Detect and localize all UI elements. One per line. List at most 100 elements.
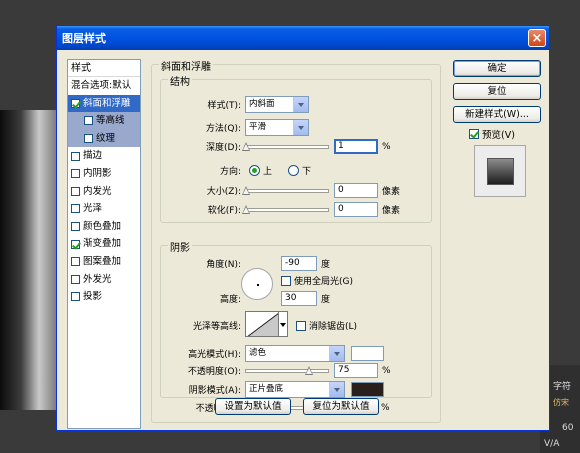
soften-slider-thumb[interactable] (242, 205, 250, 214)
sidebar-item-gradient-overlay[interactable]: 渐变叠加 (68, 235, 140, 253)
sidebar-item-label: 斜面和浮雕 (83, 97, 131, 109)
direction-down-radio[interactable] (288, 165, 300, 176)
preview-toggle[interactable]: 预览(V) (469, 127, 515, 141)
size-input-value: 0 (338, 185, 344, 195)
depth-slider-thumb[interactable] (242, 142, 250, 151)
gloss-contour-picker[interactable] (245, 311, 279, 337)
bevel-emboss-group: 斜面和浮雕 结构 样式(T): 内斜面 方法(Q): 平滑 深度(D): 1 %… (151, 58, 441, 423)
make-default-label: 设置为默认值 (224, 401, 282, 412)
make-default-button[interactable]: 设置为默认值 (215, 398, 291, 415)
contour-checkbox[interactable] (84, 116, 93, 126)
style-select[interactable]: 内斜面 (245, 96, 309, 113)
highlight-opacity-thumb[interactable] (305, 366, 313, 375)
highlight-opacity-input[interactable]: 75 (334, 363, 378, 378)
sidebar-item-contour[interactable]: 等高线 (68, 112, 140, 130)
sidebar-item-pattern-overlay[interactable]: 图案叠加 (68, 253, 140, 271)
size-slider[interactable] (242, 186, 329, 195)
altitude-input-value: 30 (285, 293, 297, 303)
altitude-label: 高度: (219, 295, 241, 305)
new-style-button[interactable]: 新建样式(W)... (453, 106, 541, 123)
styles-header[interactable]: 样式 (68, 60, 140, 77)
preview-checkbox[interactable] (469, 129, 479, 139)
highlight-color-swatch[interactable] (351, 346, 384, 361)
direction-up-radio[interactable] (249, 165, 260, 176)
angle-dial[interactable] (241, 268, 273, 300)
close-icon: × (531, 30, 543, 46)
soften-input[interactable]: 0 (334, 202, 378, 217)
sidebar-item-color-overlay[interactable]: 颜色叠加 (68, 218, 140, 236)
sidebar-item-label: 描边 (83, 150, 103, 162)
inner-shadow-checkbox[interactable] (71, 169, 80, 179)
highlight-mode-select[interactable]: 滤色 (245, 345, 345, 362)
altitude-input[interactable]: 30 (281, 291, 317, 306)
close-button[interactable]: × (528, 29, 546, 47)
gradient-overlay-checkbox[interactable] (71, 239, 80, 249)
antialias-checkbox[interactable] (296, 320, 306, 331)
dialog-title: 图层样式 (62, 32, 106, 45)
pattern-overlay-checkbox[interactable] (71, 257, 80, 267)
soften-slider[interactable] (242, 205, 329, 214)
angle-label: 角度(N): (206, 260, 241, 270)
style-preview-swatch (474, 145, 526, 197)
altitude-unit: 度 (321, 295, 331, 305)
depth-unit: % (382, 141, 391, 152)
depth-slider[interactable] (242, 142, 329, 151)
styles-list: 样式 混合选项:默认 斜面和浮雕 等高线 纹理 描边 内阴影 内发光 光泽 颜色… (67, 59, 141, 429)
chevron-down-icon (293, 97, 308, 112)
panel-font-label: 仿宋 (553, 398, 569, 407)
preview-thumbnail (487, 158, 514, 185)
ok-button[interactable]: 确定 (453, 60, 541, 77)
panel-tab-label[interactable]: 字符 (553, 379, 571, 392)
sidebar-item-satin[interactable]: 光泽 (68, 200, 140, 218)
sidebar-item-blending[interactable]: 混合选项:默认 (68, 77, 140, 95)
shadow-mode-select[interactable]: 正片叠底 (245, 381, 345, 398)
size-slider-thumb[interactable] (242, 186, 250, 195)
canvas-image-strip (0, 110, 60, 410)
antialias-label: 消除锯齿(L) (309, 322, 358, 332)
sidebar-item-stroke[interactable]: 描边 (68, 147, 140, 165)
depth-input-value: 1 (338, 141, 344, 151)
size-input[interactable]: 0 (334, 183, 378, 198)
angle-input-value: -90 (285, 258, 300, 268)
chevron-down-icon (329, 382, 344, 397)
sidebar-item-texture[interactable]: 纹理 (68, 129, 140, 148)
stroke-checkbox[interactable] (71, 151, 80, 161)
sidebar-item-inner-shadow[interactable]: 内阴影 (68, 165, 140, 183)
sidebar-item-bevel[interactable]: 斜面和浮雕 (68, 94, 140, 113)
color-overlay-checkbox[interactable] (71, 222, 80, 232)
technique-select[interactable]: 平滑 (245, 119, 309, 136)
reset-button[interactable]: 复位 (453, 83, 541, 100)
ok-label: 确定 (487, 63, 507, 74)
highlight-opacity-slider[interactable] (245, 366, 329, 375)
sidebar-item-label: 纹理 (96, 132, 116, 144)
texture-checkbox[interactable] (84, 134, 93, 144)
dialog-titlebar[interactable]: 图层样式 (57, 26, 549, 50)
bevel-checkbox[interactable] (71, 98, 80, 108)
structure-title: 结构 (168, 73, 192, 88)
direction-up-label: 上 (263, 167, 273, 177)
drop-shadow-checkbox[interactable] (71, 292, 80, 302)
highlight-mode-value: 滤色 (249, 348, 267, 358)
sidebar-item-label: 混合选项:默认 (71, 80, 132, 91)
outer-glow-checkbox[interactable] (71, 274, 80, 284)
soften-unit: 像素 (382, 206, 401, 216)
contour-dropdown-button[interactable] (279, 311, 288, 337)
sidebar-item-drop-shadow[interactable]: 投影 (68, 288, 140, 306)
sidebar-item-label: 图案叠加 (83, 255, 122, 267)
global-light-checkbox[interactable] (281, 275, 291, 286)
satin-checkbox[interactable] (71, 204, 80, 214)
angle-dial-center (257, 284, 259, 286)
sidebar-item-outer-glow[interactable]: 外发光 (68, 271, 140, 289)
angle-unit: 度 (321, 260, 331, 270)
reset-default-button[interactable]: 复位为默认值 (303, 398, 379, 415)
angle-input[interactable]: -90 (281, 256, 317, 271)
sidebar-item-inner-glow[interactable]: 内发光 (68, 183, 140, 201)
shadow-color-swatch[interactable] (351, 382, 384, 397)
new-style-label: 新建样式(W)... (465, 109, 529, 120)
sidebar-item-label: 颜色叠加 (83, 220, 122, 232)
depth-input[interactable]: 1 (334, 139, 378, 154)
bevel-section-title: 斜面和浮雕 (159, 58, 213, 73)
direction-label: 方向: (219, 167, 241, 177)
sidebar-item-label: 等高线 (96, 115, 125, 127)
inner-glow-checkbox[interactable] (71, 186, 80, 196)
